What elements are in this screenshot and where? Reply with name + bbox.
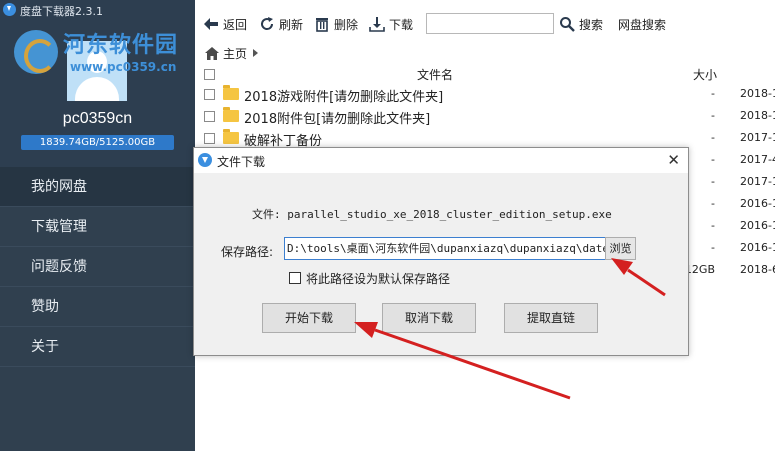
extract-link-button[interactable]: 提取直链 [504, 303, 598, 333]
download-icon [369, 17, 385, 32]
toolbar: 返回 刷新 删除 下载 搜索 网盘搜索 [197, 0, 775, 45]
username: pc0359cn [62, 110, 133, 127]
default-path-checkbox[interactable] [289, 272, 301, 284]
file-size: - [711, 109, 715, 122]
row-checkbox[interactable] [204, 111, 215, 122]
column-header-name[interactable]: 文件名 [417, 66, 453, 83]
folder-icon [223, 85, 239, 100]
file-date: 2017-1 [740, 131, 775, 144]
sidebar: 度盘下载器2.3.1 河东软件园 www.pc0359.cn pc0359cn … [0, 0, 195, 451]
table-row[interactable]: 2018游戏附件[请勿删除此文件夹] - 2018-1 [197, 84, 775, 106]
download-button[interactable]: 下载 [369, 16, 413, 32]
dialog-title: 文件下载 [217, 155, 266, 169]
select-all-checkbox[interactable] [204, 69, 215, 80]
file-date: 2016-1 [740, 219, 775, 232]
save-path-label: 保存路径: [221, 245, 274, 259]
close-icon[interactable]: ✕ [667, 151, 680, 169]
back-arrow-icon [204, 18, 218, 30]
watermark-title: 河东软件园 [63, 32, 179, 58]
row-checkbox[interactable] [204, 133, 215, 144]
file-size: - [711, 87, 715, 100]
file-name: 2018附件包[请勿删除此文件夹] [244, 112, 431, 127]
row-checkbox[interactable] [204, 89, 215, 100]
sidebar-item-about[interactable]: 关于 [0, 327, 195, 367]
search-button[interactable]: 搜索 [559, 16, 603, 32]
watermark-logo-icon [14, 30, 58, 74]
file-size: - [711, 241, 715, 254]
profile-panel: 度盘下载器2.3.1 河东软件园 www.pc0359.cn pc0359cn … [0, 0, 195, 167]
home-icon [205, 46, 219, 60]
table-row[interactable]: 2018附件包[请勿删除此文件夹] - 2018-1 [197, 106, 775, 128]
save-path-input[interactable]: D:\tools\桌面\河东软件园\dupanxiazq\dupanxiazq\… [284, 237, 606, 260]
trash-icon [316, 18, 328, 32]
dialog-titlebar[interactable]: 文件下载 ✕ [194, 148, 688, 173]
breadcrumb: 主页 [205, 45, 259, 62]
sidebar-item-feedback[interactable]: 问题反馈 [0, 247, 195, 287]
netdisk-search-button[interactable]: 网盘搜索 [618, 16, 666, 32]
file-date: 2018-6 [740, 263, 775, 276]
delete-button[interactable]: 删除 [314, 16, 358, 32]
file-date: 2016-1 [740, 197, 775, 210]
refresh-button[interactable]: 刷新 [259, 16, 303, 32]
sidebar-item-my-netdisk[interactable]: 我的网盘 [0, 167, 195, 207]
file-size: - [711, 153, 715, 166]
default-path-label[interactable]: 将此路径设为默认保存路径 [306, 270, 450, 287]
folder-icon [223, 129, 239, 144]
file-date: 2017-4 [740, 153, 775, 166]
start-download-button[interactable]: 开始下载 [262, 303, 356, 333]
file-date: 2018-1 [740, 87, 775, 100]
file-date: 2017-1 [740, 175, 775, 188]
file-name: 2018游戏附件[请勿删除此文件夹] [244, 90, 444, 105]
dialog-file-name: 文件: parallel_studio_xe_2018_cluster_edit… [252, 208, 612, 221]
download-app-icon [198, 153, 212, 167]
download-label: 下载 [389, 17, 414, 32]
watermark: 河东软件园 www.pc0359.cn [8, 14, 198, 74]
file-date: 2016-1 [740, 241, 775, 254]
quota-bar: 1839.74GB/5125.00GB [21, 135, 174, 150]
back-label: 返回 [223, 17, 248, 32]
search-icon [560, 17, 575, 32]
search-label: 搜索 [579, 17, 604, 32]
browse-button[interactable]: 浏览 [605, 237, 636, 260]
folder-icon [223, 107, 239, 122]
delete-label: 删除 [334, 17, 359, 32]
back-button[interactable]: 返回 [203, 16, 247, 32]
file-download-dialog: 文件下载 ✕ 文件: parallel_studio_xe_2018_clust… [193, 147, 689, 356]
cancel-download-button[interactable]: 取消下载 [382, 303, 476, 333]
file-size: - [711, 131, 715, 144]
file-size: - [711, 219, 715, 232]
file-size: - [711, 175, 715, 188]
netdisk-search-label: 网盘搜索 [618, 17, 667, 32]
file-date: 2018-1 [740, 109, 775, 122]
refresh-label: 刷新 [279, 17, 304, 32]
breadcrumb-home[interactable]: 主页 [223, 45, 247, 62]
file-size: - [711, 197, 715, 210]
chevron-right-icon [253, 49, 259, 57]
sidebar-item-sponsor[interactable]: 赞助 [0, 287, 195, 327]
column-header-size[interactable]: 大小 [693, 66, 717, 83]
watermark-url: www.pc0359.cn [70, 60, 177, 74]
refresh-icon [261, 17, 274, 30]
sidebar-nav: 我的网盘 下载管理 问题反馈 赞助 关于 [0, 167, 195, 367]
search-input[interactable] [426, 13, 554, 34]
sidebar-item-download-manager[interactable]: 下载管理 [0, 207, 195, 247]
